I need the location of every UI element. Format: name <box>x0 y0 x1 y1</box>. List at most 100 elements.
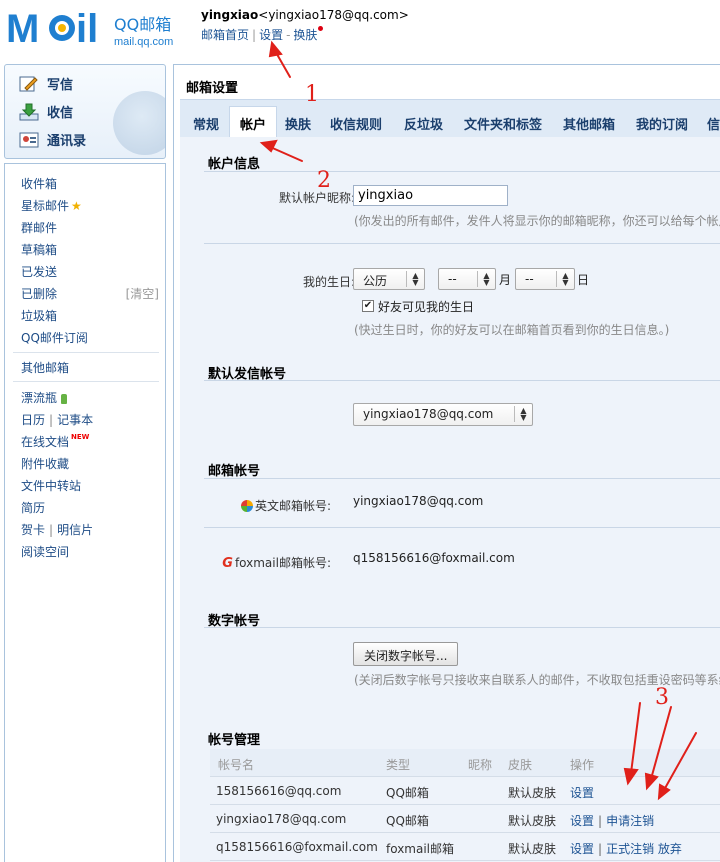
nav-reading[interactable]: 阅读空间 <box>21 543 69 560</box>
folder-group[interactable]: 群邮件 <box>21 219 57 236</box>
annotation-arrowhead-1 <box>268 40 283 58</box>
account-settings-link[interactable]: 设置 <box>570 784 594 801</box>
foxmail-icon: G <box>222 556 233 571</box>
tab-account[interactable]: 帐户 <box>229 106 278 139</box>
account-type: QQ邮箱 <box>386 786 429 800</box>
nav-notebook[interactable]: 记事本 <box>57 413 93 427</box>
folder-deleted[interactable]: 已删除 <box>21 285 57 302</box>
bottle-icon <box>61 393 68 404</box>
account-settings-link[interactable]: 设置 <box>570 842 594 856</box>
star-icon: ★ <box>71 199 82 213</box>
birth-day-select[interactable]: -- ▲ ▼ <box>515 268 575 290</box>
tab-other-mailbox[interactable]: 其他邮箱 <box>563 114 615 133</box>
apply-cancel-account-link[interactable]: 申请注销 <box>606 814 654 828</box>
tab-skin[interactable]: 换肤 <box>285 114 311 133</box>
table-row: q158156616@foxmail.com foxmail邮箱 默认皮肤 设置… <box>210 833 720 861</box>
settings-tabs: 常规 帐户 换肤 收信规则 反垃圾 文件夹和标签 其他邮箱 我的订阅 信 <box>180 99 720 139</box>
nav-drift-bottle[interactable]: 漂流瓶 <box>21 389 68 406</box>
folder-starred[interactable]: 星标邮件 ★ <box>21 197 82 214</box>
contact-card-icon <box>19 132 39 147</box>
annotation-number-3: 3 <box>655 685 669 710</box>
folder-sent[interactable]: 已发送 <box>21 263 57 280</box>
nav-calendar-notebook: 日历 | 记事本 <box>21 413 94 427</box>
folder-other-mailbox[interactable]: 其他邮箱 <box>21 359 69 376</box>
birth-month-select[interactable]: -- ▲ ▼ <box>438 268 496 290</box>
default-sender-select[interactable]: yingxiao178@qq.com ▲ ▼ <box>353 403 533 426</box>
select-arrows-icon: ▲ ▼ <box>514 406 532 422</box>
account-name: 158156616@qq.com <box>216 784 342 798</box>
account-skin: 默认皮肤 <box>508 842 557 856</box>
link-mail-home[interactable]: 邮箱首页 <box>201 28 249 42</box>
online-docs-label: 在线文档 <box>21 435 70 449</box>
account-actions: 设置 | 申请注销 <box>570 814 655 828</box>
calendar-type-value: 公历 <box>363 274 388 288</box>
account-skin: 默认皮肤 <box>508 786 557 800</box>
tab-folders-labels[interactable]: 文件夹和标签 <box>464 114 542 133</box>
col-account-name: 帐号名 <box>218 758 255 772</box>
quick-actions-panel: 写信 收信 通讯录 <box>4 64 166 159</box>
nav-calendar[interactable]: 日历 <box>21 413 45 427</box>
section-divider <box>204 627 720 628</box>
nav-cards: 贺卡 | 明信片 <box>21 523 94 537</box>
tab-anti-spam[interactable]: 反垃圾 <box>404 114 443 133</box>
nav-online-docs[interactable]: 在线文档 NEW <box>21 433 89 450</box>
close-digital-account-button[interactable]: 关闭数字帐号... <box>353 642 459 666</box>
penguin-decoration-icon <box>113 91 165 155</box>
user-name: yingxiao <box>201 8 259 22</box>
section-divider <box>204 478 720 479</box>
account-settings-link[interactable]: 设置 <box>570 814 594 828</box>
tab-subscriptions[interactable]: 我的订阅 <box>636 114 688 133</box>
compose-label: 写信 <box>47 78 74 93</box>
tab-general[interactable]: 常规 <box>193 114 219 133</box>
link-skin[interactable]: 换肤 <box>293 28 317 42</box>
logo-domain-text: mail.qq.com <box>114 36 173 48</box>
section-mail-accounts: 邮箱帐号 <box>208 464 261 479</box>
folder-inbox[interactable]: 收件箱 <box>21 175 57 192</box>
download-arrow-icon <box>19 103 39 120</box>
notification-dot <box>318 26 324 31</box>
select-arrows-icon: ▲ ▼ <box>406 271 424 287</box>
account-settings-content: 帐户信息 默认帐户昵称: yingxiao (你发出的所有邮件，发件人将显示你的… <box>180 137 720 862</box>
nickname-input[interactable]: yingxiao <box>353 185 508 206</box>
nav-greeting-card[interactable]: 贺卡 <box>21 523 45 537</box>
table-row: 158156616@qq.com QQ邮箱 默认皮肤 设置 <box>210 777 720 805</box>
table-row: yingxiao178@qq.com QQ邮箱 默认皮肤 设置 | 申请注销 <box>210 805 720 833</box>
nav-transfer[interactable]: 文件中转站 <box>21 477 81 494</box>
folder-spam[interactable]: 垃圾箱 <box>21 307 57 324</box>
link-settings[interactable]: 设置 <box>259 28 283 42</box>
inbox-button[interactable]: 收信 <box>19 102 73 121</box>
qq-mail-logo[interactable]: M il QQ邮箱 mail.qq.com <box>4 6 190 48</box>
col-skin: 皮肤 <box>508 758 533 772</box>
month-unit: 月 <box>499 273 512 287</box>
friends-see-birthday-checkbox[interactable]: ✔ <box>362 300 374 312</box>
section-account-info: 帐户信息 <box>208 157 261 172</box>
folder-subscription[interactable]: QQ邮件订阅 <box>21 329 88 346</box>
clear-deleted-link[interactable]: [清空] <box>126 285 159 302</box>
nav-attachments[interactable]: 附件收藏 <box>21 455 69 472</box>
calendar-type-select[interactable]: 公历 ▲ ▼ <box>353 268 425 290</box>
table-header-row: 帐号名 类型 昵称 皮肤 操作 <box>210 749 720 777</box>
birth-day-value: -- <box>525 272 534 286</box>
nav-resume[interactable]: 简历 <box>21 499 45 516</box>
formal-cancel-account-link[interactable]: 正式注销 <box>606 842 654 856</box>
contacts-button[interactable]: 通讯录 <box>19 130 86 149</box>
english-account-label-text: 英文邮箱帐号: <box>254 499 331 513</box>
foxmail-account-value: q158156616@foxmail.com <box>353 551 515 565</box>
tab-more[interactable]: 信 <box>707 114 720 133</box>
abandon-link[interactable]: 放弃 <box>658 842 682 856</box>
select-arrows-icon: ▲ ▼ <box>477 271 495 287</box>
col-type: 类型 <box>386 758 411 772</box>
nickname-hint: (你发出的所有邮件，发件人将显示你的邮箱昵称，你还可以给每个帐户单 <box>354 214 720 228</box>
page-title: 邮箱设置 <box>186 81 239 96</box>
account-actions: 设置 | 正式注销 放弃 <box>570 842 682 856</box>
friends-see-birthday-label: 好友可见我的生日 <box>378 300 475 314</box>
folder-drafts[interactable]: 草稿箱 <box>21 241 57 258</box>
tab-receive-rules[interactable]: 收信规则 <box>330 114 382 133</box>
day-unit: 日 <box>577 273 590 287</box>
compose-button[interactable]: 写信 <box>19 74 73 93</box>
select-arrows-icon: ▲ ▼ <box>556 271 574 287</box>
folder-starred-label: 星标邮件 <box>21 199 70 213</box>
svg-text:il: il <box>76 7 98 48</box>
col-actions: 操作 <box>570 758 595 772</box>
nav-postcard[interactable]: 明信片 <box>57 523 93 537</box>
